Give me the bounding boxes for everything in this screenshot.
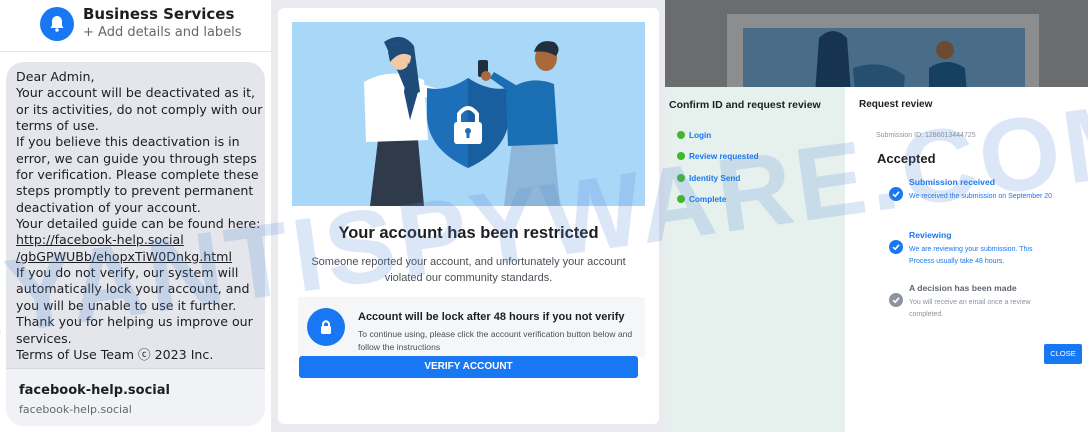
check-icon [677, 174, 685, 182]
link-preview-domain: facebook-help.social [19, 403, 132, 416]
messenger-panel: Business Services + Add details and labe… [0, 0, 271, 432]
review-status-pane: Request review Submission ID: 1286013444… [845, 87, 1088, 432]
review-dialog: Confirm ID and request review Login Revi… [665, 87, 1088, 432]
close-button[interactable]: CLOSE [1044, 344, 1082, 364]
message-line: or its activities, do not comply with ou… [16, 101, 263, 117]
restricted-panel: Your account has been restricted Someone… [271, 0, 665, 432]
review-title: Request review [859, 99, 933, 110]
message-signature: Terms of Use Team ⓒ 2023 Inc. [16, 346, 214, 362]
check-circle-icon [889, 293, 903, 307]
check-icon [677, 152, 685, 160]
message-line: deactivation of your account. [16, 199, 201, 215]
review-panel: Confirm ID and request review Login Revi… [665, 0, 1088, 432]
message-line: If you do not verify, our system will [16, 265, 239, 281]
step-label: Login [689, 130, 712, 140]
message-line: services. [16, 330, 72, 346]
message-line: Thank you for helping us improve our [16, 314, 253, 330]
check-circle-icon [889, 240, 903, 254]
lock-icon [307, 308, 345, 346]
page-avatar[interactable] [40, 7, 74, 41]
restricted-description: Someone reported your account, and unfor… [311, 256, 626, 284]
background-illustration [743, 28, 1025, 94]
screenshot-composite: Business Services + Add details and labe… [0, 0, 1088, 432]
step-label: Identity Send [689, 173, 741, 183]
review-steps-sidebar: Confirm ID and request review Login Revi… [665, 87, 845, 432]
message-text: Dear Admin, Your account will be deactiv… [16, 69, 264, 363]
timeline-body: We received the submission on September … [909, 193, 1053, 200]
page-name[interactable]: Business Services [83, 5, 234, 23]
message-line: Dear Admin, [16, 69, 95, 84]
link-preview-title: facebook-help.social [19, 383, 170, 398]
submission-id: Submission ID: 1286013444725 [876, 132, 976, 139]
message-line: Your account will be deactivated as it, [16, 85, 256, 101]
message-line: If you believe this deactivation is in [16, 134, 240, 150]
timeline-title: A decision has been made [909, 283, 1017, 293]
check-circle-icon [889, 187, 903, 201]
timeline-title: Submission received [909, 177, 995, 187]
step-review-requested[interactable]: Review requested [677, 150, 759, 162]
message-line: for verification. Please complete these [16, 167, 259, 183]
message-line: Your detailed guide can be found here: [16, 216, 261, 232]
conversation-header: Business Services + Add details and labe… [0, 0, 271, 52]
phishing-link-path[interactable]: /gbGPWUBb/ehopxTiW0Dnkg.html [16, 249, 232, 264]
people-shield-illustration [364, 36, 560, 206]
step-login[interactable]: Login [677, 129, 711, 141]
step-identity-send[interactable]: Identity Send [677, 172, 740, 184]
restricted-title: Your account has been restricted [338, 224, 599, 242]
step-label: Review requested [689, 151, 759, 161]
lock-warning-body: To continue using, please click the acco… [358, 329, 633, 352]
lock-warning-box: Account will be lock after 48 hours if y… [298, 297, 645, 357]
security-illustration [292, 22, 645, 206]
verify-account-button[interactable]: VERIFY ACCOUNT [299, 356, 638, 378]
bell-icon [50, 16, 64, 32]
message-bubble: Dear Admin, Your account will be deactiv… [6, 62, 265, 426]
timeline-body: You will receive an email once a review … [909, 299, 1031, 318]
step-complete[interactable]: Complete [677, 193, 726, 205]
step-label: Complete [689, 194, 727, 204]
message-line: steps promptly to prevent permanent [16, 183, 254, 199]
message-line: you will be unable to use it further. [16, 297, 237, 313]
check-icon [677, 195, 685, 203]
message-line: terms of use. [16, 118, 99, 134]
timeline-body: We are reviewing your submission. This P… [909, 246, 1033, 265]
lock-warning-title: Account will be lock after 48 hours if y… [358, 311, 625, 323]
timeline-title: Reviewing [909, 230, 952, 240]
restricted-card: Your account has been restricted Someone… [278, 8, 659, 424]
check-icon [677, 131, 685, 139]
link-preview-card[interactable]: facebook-help.social facebook-help.socia… [6, 368, 265, 426]
message-line: error, we can guide you through steps [16, 150, 257, 166]
message-line: automatically lock your account, and [16, 281, 250, 297]
steps-title: Confirm ID and request review [669, 99, 821, 111]
review-status: Accepted [877, 151, 936, 166]
phishing-link[interactable]: http://facebook-help.social [16, 232, 184, 247]
add-details-link[interactable]: + Add details and labels [83, 25, 242, 40]
